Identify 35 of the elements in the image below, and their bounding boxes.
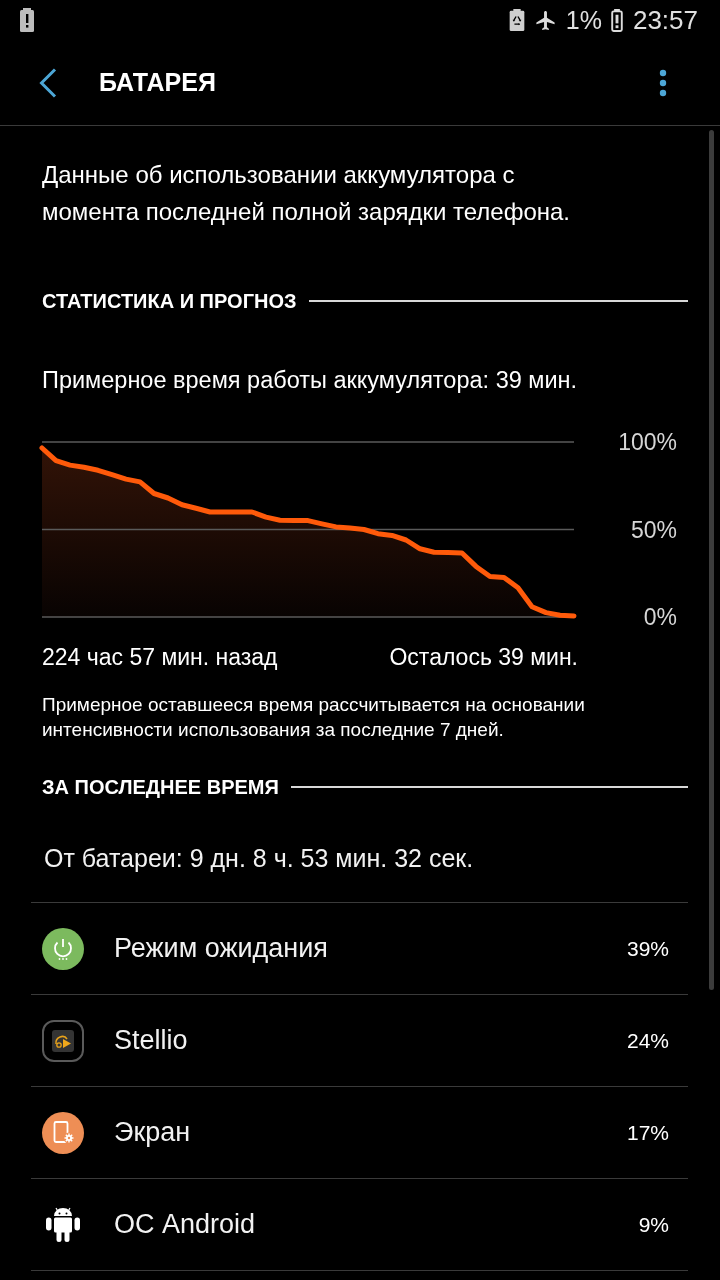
on-battery-text: От батареи: 9 дн. 8 ч. 53 мин. 32 сек. <box>44 843 475 874</box>
status-time: 23:57 <box>632 5 698 35</box>
usage-percent: 24% <box>626 1028 669 1053</box>
usage-list-item[interactable]: Экран 17% <box>31 1087 688 1179</box>
battery-percent: 1% <box>565 5 602 35</box>
item-name: ОС Android <box>114 1209 256 1240</box>
item-name: Экран <box>114 1117 191 1148</box>
usage-percent: 39% <box>626 936 669 961</box>
intro-text: Данные об использовании аккумулятора с момента последней полной зарядки телефона. <box>42 160 572 227</box>
usage-percent: 17% <box>626 1120 669 1145</box>
play-tile-icon <box>42 1019 84 1062</box>
usage-list-item[interactable]: Режим ожидания 39% <box>31 903 688 995</box>
usage-percent: 9% <box>638 1212 669 1237</box>
axis-tick-label: 0% <box>643 604 677 630</box>
power-icon <box>42 927 84 970</box>
battery-alert-icon <box>20 8 34 32</box>
more-options-icon <box>659 68 667 97</box>
battery-recycle-icon <box>508 9 525 31</box>
section-heading: СТАТИСТИКА И ПРОГНОЗ <box>42 289 297 313</box>
page-title: БАТАРЕЯ <box>99 68 216 97</box>
item-name: Stellio <box>114 1025 188 1056</box>
axis-tick-label: 50% <box>630 516 677 543</box>
item-name: Режим ожидания <box>114 933 328 964</box>
chart-start-label: 224 час 57 мин. назад <box>42 643 278 672</box>
usage-list-item[interactable]: Stellio 24% <box>31 995 688 1087</box>
estimate-text: Примерное время работы аккумулятора: 39 мин. <box>42 366 579 395</box>
chart-end-label: Осталось 39 мин. <box>389 643 578 672</box>
airplane-icon <box>533 8 557 32</box>
note-text: Примерное оставшееся время рассчитывается на основании интенсивности использования за последние 7 дней. <box>42 693 586 742</box>
axis-tick-label: 100% <box>618 429 677 455</box>
battery-low-icon <box>610 8 623 32</box>
back-icon <box>39 67 57 98</box>
section-heading: ЗА ПОСЛЕДНЕЕ ВРЕМЯ <box>42 775 279 799</box>
phone-gear-icon <box>42 1111 84 1154</box>
usage-list-item[interactable]: ОС Android 9% <box>31 1179 688 1271</box>
